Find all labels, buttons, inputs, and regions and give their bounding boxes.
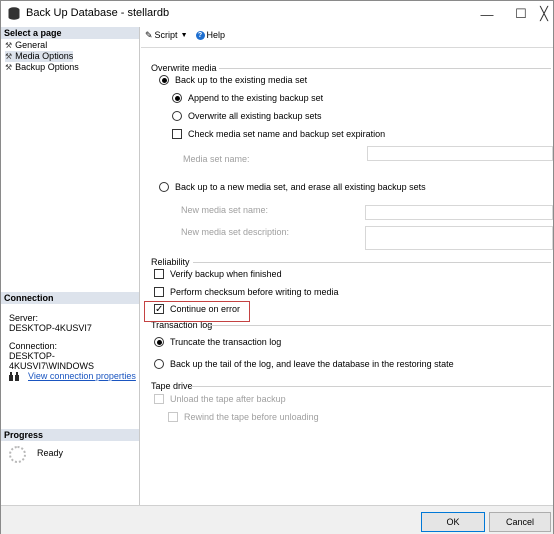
highlight-box (144, 301, 250, 322)
dialog-footer: OK Cancel (1, 505, 553, 534)
media-set-name-label: Media set name: (183, 154, 250, 164)
help-button[interactable]: Help (207, 30, 226, 40)
checkbox-disabled[interactable] (154, 394, 164, 404)
group-divider (191, 386, 551, 387)
reliability-group-title: Reliability (151, 257, 190, 267)
truncate-log-radio[interactable]: Truncate the transaction log (154, 337, 281, 347)
append-backup-set-radio[interactable]: Append to the existing backup set (172, 93, 323, 103)
view-connection-link[interactable]: View connection properties (28, 371, 136, 381)
wrench-icon: ⚒ (5, 63, 13, 72)
option-label: Back up to the existing media set (175, 75, 308, 85)
nav-item-label: General (15, 40, 48, 50)
server-label: Server: (9, 313, 39, 323)
option-label: Perform checksum before writing to media (170, 287, 339, 297)
option-label: Check media set name and backup set expi… (188, 129, 386, 139)
connection-header: Connection (1, 292, 139, 304)
title-bar: Back Up Database - stellardb — ☐ ╳ (1, 1, 553, 27)
backup-existing-media-radio[interactable]: Back up to the existing media set (159, 75, 307, 85)
close-button[interactable]: ╳ (521, 1, 554, 27)
backup-dialog: Back Up Database - stellardb — ☐ ╳ Selec… (0, 0, 554, 534)
radio-selected[interactable] (172, 93, 182, 103)
media-set-name-input[interactable] (367, 146, 553, 161)
radio-selected[interactable] (159, 75, 169, 85)
option-label: Overwrite all existing backup sets (188, 111, 322, 121)
nav-item-media-options[interactable]: ⚒ Media Options (5, 51, 74, 62)
overwrite-media-group-title: Overwrite media (151, 63, 217, 73)
backup-new-media-radio[interactable]: Back up to a new media set, and erase al… (159, 182, 426, 192)
window-title: Back Up Database - stellardb (26, 7, 170, 19)
group-divider (193, 262, 551, 263)
check-media-name-checkbox[interactable]: Check media set name and backup set expi… (172, 129, 385, 139)
option-label: Back up to a new media set, and erase al… (175, 182, 426, 192)
checkbox[interactable] (154, 287, 164, 297)
radio-unselected[interactable] (154, 359, 164, 369)
left-pane: Select a page ⚒ General ⚒ Media Options … (1, 27, 140, 505)
progress-header: Progress (1, 429, 139, 441)
help-icon: ? (195, 30, 205, 40)
view-connection-properties[interactable]: View connection properties (9, 371, 136, 381)
option-label: Append to the existing backup set (188, 93, 324, 103)
radio-unselected[interactable] (172, 111, 182, 121)
verify-backup-checkbox[interactable]: Verify backup when finished (154, 269, 282, 279)
progress-spinner-icon (9, 446, 26, 463)
connection-properties-icon (9, 371, 19, 381)
server-value: DESKTOP-4KUSVI7 (9, 323, 92, 333)
new-media-set-name-label: New media set name: (181, 205, 269, 215)
progress-status: Ready (37, 448, 64, 458)
option-label: Truncate the transaction log (170, 337, 282, 347)
connection-label: Connection: (9, 341, 58, 351)
script-button[interactable]: Script (155, 30, 178, 40)
group-divider (209, 325, 551, 326)
checkbox-disabled[interactable] (168, 412, 178, 422)
connection-value: DESKTOP-4KUSVI7\WINDOWS (9, 351, 95, 371)
radio-selected[interactable] (154, 337, 164, 347)
nav-item-label: Media Options (15, 51, 74, 61)
backup-tail-log-radio[interactable]: Back up the tail of the log, and leave t… (154, 359, 454, 369)
media-options-content: Overwrite media Back up to the existing … (141, 47, 553, 505)
group-divider (219, 68, 551, 69)
checkbox[interactable] (154, 269, 164, 279)
new-media-set-description-label: New media set description: (181, 227, 290, 237)
unload-tape-checkbox[interactable]: Unload the tape after backup (154, 394, 286, 404)
radio-unselected[interactable] (159, 182, 169, 192)
toolbar: ✎ Script ▼ ? Help (145, 28, 225, 42)
option-label: Unload the tape after backup (170, 394, 286, 404)
script-icon: ✎ (145, 29, 153, 40)
nav-item-general[interactable]: ⚒ General (5, 40, 47, 51)
nav-item-label: Backup Options (15, 62, 79, 72)
nav-item-backup-options[interactable]: ⚒ Backup Options (5, 62, 79, 73)
wrench-icon: ⚒ (5, 52, 13, 61)
option-label: Verify backup when finished (170, 269, 282, 279)
wrench-icon: ⚒ (5, 41, 13, 50)
ok-button[interactable]: OK (421, 512, 485, 532)
option-label: Rewind the tape before unloading (184, 412, 319, 422)
new-media-set-name-input[interactable] (365, 205, 553, 220)
perform-checksum-checkbox[interactable]: Perform checksum before writing to media (154, 287, 339, 297)
rewind-tape-checkbox[interactable]: Rewind the tape before unloading (168, 412, 319, 422)
tape-drive-group-title: Tape drive (151, 381, 193, 391)
new-media-set-description-input[interactable] (365, 226, 553, 250)
select-page-header: Select a page (1, 27, 139, 39)
cancel-button[interactable]: Cancel (489, 512, 551, 532)
option-label: Back up the tail of the log, and leave t… (170, 359, 454, 369)
chevron-down-icon[interactable]: ▼ (181, 32, 188, 39)
overwrite-all-radio[interactable]: Overwrite all existing backup sets (172, 111, 322, 121)
checkbox[interactable] (172, 129, 182, 139)
database-icon (8, 7, 20, 20)
